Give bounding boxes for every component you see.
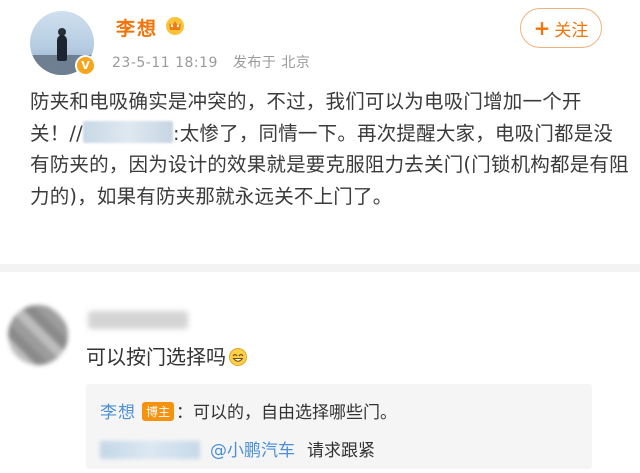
comment-text: 可以按门选择吗 bbox=[86, 341, 248, 370]
reply-line: 李想 博主 ：可以的，自由选择哪些门。 bbox=[100, 398, 397, 423]
follow-button[interactable]: + 关注 bbox=[520, 8, 602, 48]
plus-icon: + bbox=[533, 16, 551, 40]
follow-label: 关注 bbox=[554, 20, 589, 41]
reply-text: ：可以的，自由选择哪些门。 bbox=[176, 403, 398, 423]
verified-badge-icon: V bbox=[75, 55, 96, 76]
commenter-avatar[interactable] bbox=[8, 305, 68, 365]
commenter-name-blurred[interactable] bbox=[88, 311, 188, 329]
reply-box: 李想 博主 ：可以的，自由选择哪些门。 @小鹏汽车 请求跟紧 bbox=[86, 384, 592, 469]
post-text: 防夹和电吸确实是冲突的，不过，我们可以为电吸门增加一个开关！//:太惨了，同情一… bbox=[30, 90, 629, 208]
author-name[interactable]: 李想 bbox=[116, 14, 158, 41]
mention-link[interactable]: @小鹏汽车 bbox=[210, 441, 295, 461]
host-badge: 博主 bbox=[142, 402, 175, 421]
post-location: 发布于 北京 bbox=[232, 55, 311, 71]
reply-followup-line: @小鹏汽车 请求跟紧 bbox=[100, 436, 375, 461]
blurred-username[interactable] bbox=[100, 441, 200, 459]
reply-author-link[interactable]: 李想 bbox=[100, 403, 136, 423]
crown-icon bbox=[166, 17, 184, 35]
section-divider bbox=[0, 264, 640, 272]
blurred-mention bbox=[82, 120, 173, 143]
post-date: 23-5-11 18:19 bbox=[112, 55, 218, 71]
followup-text: 请求跟紧 bbox=[307, 441, 375, 461]
post-meta: 23-5-11 18:19 发布于 北京 bbox=[112, 52, 320, 72]
smile-emoji-icon bbox=[229, 348, 247, 366]
